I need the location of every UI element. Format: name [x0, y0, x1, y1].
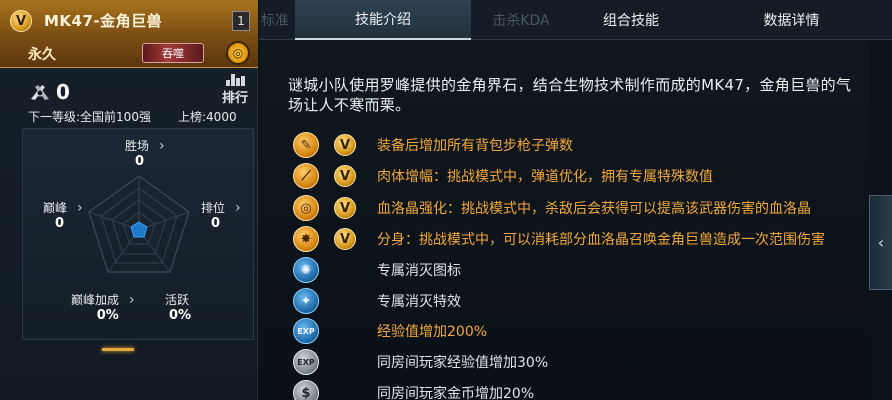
skill-row: ✺ 专属消灭图标: [293, 256, 461, 284]
expand-side-button[interactable]: ‹: [869, 195, 892, 290]
crossed-guns-icon: [31, 85, 49, 100]
stat-peak-label: 巅峰: [43, 201, 68, 215]
page-indicator: [102, 348, 134, 351]
skill-text: 血洛晶强化：挑战模式中，杀敌后会获得可以提高该武器伤害的血洛晶: [377, 201, 811, 217]
weapon-count-badge: 1: [232, 11, 250, 31]
crosshair-icon[interactable]: ◎: [293, 195, 319, 221]
skill-row: EXP 同房间玩家经验值增加30%: [293, 348, 548, 376]
chevron-right-icon: ›: [159, 137, 165, 154]
burst-icon[interactable]: ✸: [293, 226, 319, 252]
v-tier-icon: V: [334, 228, 356, 250]
weapon-duration: 永久: [28, 47, 56, 63]
stat-wins[interactable]: 胜场 › 0: [125, 137, 165, 170]
skill-text: 专属消灭图标: [377, 263, 461, 279]
stat-peak-bonus-label: 巅峰加成: [71, 293, 120, 307]
radar-chart: [88, 175, 190, 273]
skill-row: EXP 经验值增加200%: [293, 317, 487, 345]
skill-text: 同房间玩家经验值增加30%: [377, 355, 549, 371]
tab-skill-intro[interactable]: 技能介绍: [295, 0, 471, 40]
chevron-right-icon: ›: [77, 199, 83, 216]
kill-emblem-icon[interactable]: ✺: [293, 257, 319, 283]
v-tier-icon: V: [334, 197, 356, 219]
skill-row: ⟋ V 肉体增幅：挑战模式中，弹道优化，拥有专属特殊数值: [293, 162, 713, 190]
chevron-right-icon: ›: [129, 291, 135, 308]
kill-effect-icon[interactable]: ✦: [293, 288, 319, 314]
tab-kill-kda[interactable]: 击杀KDA: [471, 0, 571, 40]
weapon-tag: 吞噬: [142, 43, 204, 63]
skill-row: ✸ V 分身：挑战模式中，可以消耗部分血洛晶召唤金角巨兽造成一次范围伤害: [293, 225, 825, 253]
on-board-text: 上榜:4000: [178, 110, 237, 124]
skill-text: 同房间玩家金币增加20%: [377, 386, 535, 400]
weapon-header: V MK47-金角巨兽 1 永久 吞噬 ◎: [0, 0, 258, 68]
tab-standard[interactable]: 标准: [259, 0, 295, 40]
v-tier-icon: V: [334, 134, 356, 156]
stat-rank-label: 排位: [201, 201, 226, 215]
stat-peak[interactable]: 巅峰 › 0: [43, 199, 83, 232]
skill-row: ✎ V 装备后增加所有背包步枪子弹数: [293, 131, 573, 159]
kill-count: 0: [56, 80, 70, 104]
tab-bar: 标准 技能介绍 击杀KDA 组合技能 数据详情: [259, 0, 892, 40]
skill-text: 经验值增加200%: [377, 324, 488, 340]
chevron-left-icon: ‹: [877, 233, 885, 252]
next-level-text: 下一等级:全国前100强: [28, 110, 151, 124]
gold-medal-icon[interactable]: ◎: [226, 41, 250, 65]
kill-count-row: 0: [28, 80, 70, 104]
tab-combo-skills[interactable]: 组合技能: [571, 0, 691, 40]
stat-peak-value: 0: [55, 216, 65, 231]
claw-icon[interactable]: ⟋: [293, 163, 319, 189]
stat-active-label: 活跃: [165, 293, 190, 307]
stat-rank[interactable]: 排位 › 0: [201, 199, 241, 232]
skill-text: 肉体增幅：挑战模式中，弹道优化，拥有专属特殊数值: [377, 169, 713, 185]
stat-wins-value: 0: [135, 154, 145, 169]
leaderboard-label: 排行: [221, 91, 248, 106]
leaderboard-icon: [225, 74, 245, 86]
skill-row: ✦ 专属消灭特效: [293, 287, 461, 315]
skill-row: ◎ V 血洛晶强化：挑战模式中，杀敌后会获得可以提高该武器伤害的血洛晶: [293, 194, 811, 222]
skill-text: 分身：挑战模式中，可以消耗部分血洛晶召唤金角巨兽造成一次范围伤害: [377, 232, 825, 248]
skill-text: 装备后增加所有背包步枪子弹数: [377, 138, 573, 154]
room-exp-icon[interactable]: EXP: [293, 349, 319, 375]
skill-row: $ 同房间玩家金币增加20%: [293, 379, 534, 400]
rifle-icon[interactable]: ✎: [293, 132, 319, 158]
weapon-name: MK47-金角巨兽: [44, 12, 163, 30]
stat-peak-bonus[interactable]: 巅峰加成 › 0%: [71, 291, 135, 324]
chevron-right-icon: ›: [235, 199, 241, 216]
stat-active[interactable]: 活跃 0%: [165, 291, 191, 323]
weapon-info-panel: V MK47-金角巨兽 1 永久 吞噬 ◎ 0 排行 下一等级:全国前100强 …: [0, 0, 258, 400]
exp-icon[interactable]: EXP: [293, 318, 319, 344]
skill-intro-content: 谜城小队使用罗峰提供的金角界石，结合生物技术制作而成的MK47，金角巨兽的气场让…: [259, 41, 869, 400]
stat-rank-value: 0: [211, 216, 221, 231]
stat-active-value: 0%: [169, 308, 192, 323]
stat-wins-label: 胜场: [125, 139, 150, 153]
stats-radar-card: 胜场 › 0 排位 › 0 巅峰 › 0 巅峰加成 › 0% 活跃 0%: [22, 128, 254, 340]
room-coin-icon[interactable]: $: [293, 380, 319, 400]
leaderboard-button[interactable]: 排行: [220, 74, 250, 106]
stat-peak-bonus-value: 0%: [96, 308, 119, 323]
tab-data-details[interactable]: 数据详情: [691, 0, 892, 40]
v-badge-icon: V: [10, 10, 32, 32]
weapon-description: 谜城小队使用罗峰提供的金角界石，结合生物技术制作而成的MK47，金角巨兽的气场让…: [288, 76, 852, 114]
v-tier-icon: V: [334, 165, 356, 187]
radar-value-shape: [130, 221, 148, 238]
skill-text: 专属消灭特效: [377, 294, 461, 310]
